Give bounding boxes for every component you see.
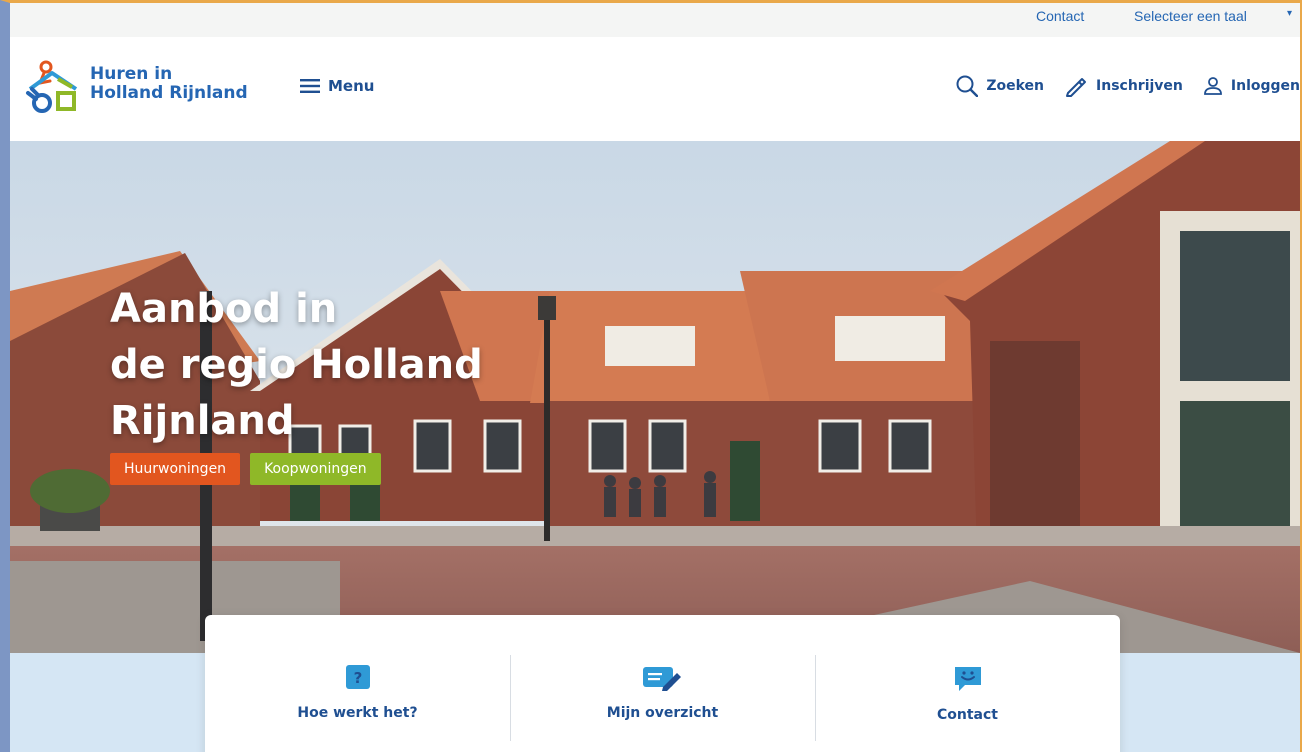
question-icon: ? bbox=[345, 665, 370, 689]
search-icon bbox=[956, 75, 979, 97]
hero-title-line-2: de regio Holland bbox=[110, 342, 483, 388]
login-button[interactable]: Inloggen bbox=[1203, 76, 1300, 96]
rent-homes-button[interactable]: Huurwoningen bbox=[110, 453, 241, 485]
hamburger-icon bbox=[300, 79, 320, 93]
quick-link-contact[interactable]: Contact bbox=[815, 615, 1120, 752]
quick-link-label: Mijn overzicht bbox=[606, 705, 719, 721]
logo-line-1: Huren in bbox=[90, 64, 173, 84]
buy-homes-button[interactable]: Koopwoningen bbox=[250, 453, 381, 485]
logo-house-key-icon bbox=[26, 60, 78, 113]
site-logo[interactable]: Huren in Holland Rijnland bbox=[24, 59, 264, 119]
hero-banner: Aanbod in de regio Holland Rijnland Huur… bbox=[10, 141, 1300, 653]
menu-button[interactable]: Menu bbox=[300, 77, 374, 95]
logo-text: Huren in Holland Rijnland bbox=[90, 65, 248, 103]
utility-contact-link[interactable]: Contact bbox=[1036, 8, 1084, 24]
browser-frame: Contact Selecteer een taal ▾ Huren in Ho… bbox=[0, 0, 1302, 752]
edit-note-icon bbox=[642, 667, 681, 691]
logo-line-2: Holland Rijnland bbox=[90, 83, 248, 103]
chat-smile-icon bbox=[954, 667, 981, 691]
language-select[interactable]: Selecteer een taal bbox=[1134, 8, 1247, 24]
hero-title-line-1: Aanbod in bbox=[110, 286, 338, 332]
quick-link-label: Contact bbox=[937, 707, 998, 723]
menu-label: Menu bbox=[328, 77, 375, 95]
hero-title: Aanbod in de regio Holland Rijnland bbox=[110, 281, 483, 449]
site-header: Huren in Holland Rijnland Menu Zoeken In… bbox=[10, 37, 1300, 141]
quick-link-label: Hoe werkt het? bbox=[297, 705, 418, 721]
search-label: Zoeken bbox=[986, 78, 1045, 94]
pencil-icon bbox=[1066, 78, 1087, 97]
user-icon bbox=[1203, 77, 1222, 95]
utility-bar: Contact Selecteer een taal ▾ bbox=[10, 3, 1300, 37]
hero-buttons: Huurwoningen Koopwoningen bbox=[110, 453, 381, 485]
svg-text:?: ? bbox=[353, 669, 362, 687]
hero-title-line-3: Rijnland bbox=[110, 398, 295, 444]
search-button[interactable]: Zoeken bbox=[956, 75, 1044, 97]
login-label: Inloggen bbox=[1230, 78, 1300, 94]
chevron-down-icon[interactable]: ▾ bbox=[1287, 8, 1292, 19]
quick-link-my-overview[interactable]: Mijn overzicht bbox=[510, 615, 815, 752]
register-label: Inschrijven bbox=[1096, 78, 1183, 94]
header-actions: Zoeken Inschrijven Inloggen bbox=[936, 75, 1300, 97]
quick-link-how-it-works[interactable]: ? Hoe werkt het? bbox=[205, 615, 510, 752]
register-button[interactable]: Inschrijven bbox=[1064, 75, 1183, 97]
quick-links-card: ? Hoe werkt het? Mijn overzicht Contact bbox=[205, 615, 1120, 752]
